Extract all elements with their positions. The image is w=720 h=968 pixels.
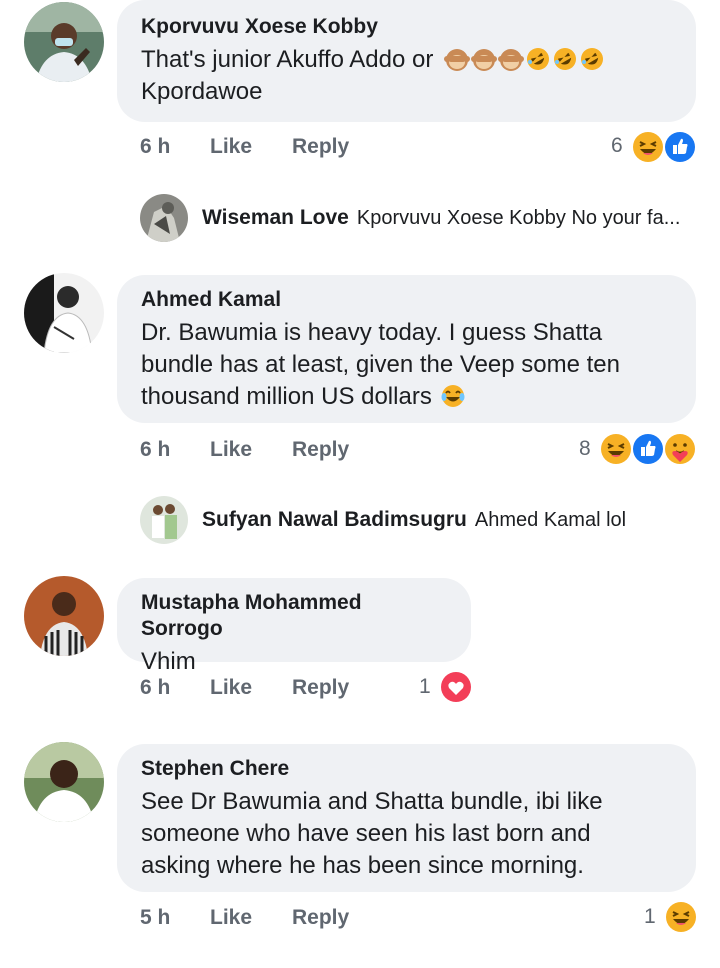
avatar[interactable] <box>24 742 104 822</box>
rolling-laughing-icon <box>525 46 551 72</box>
comment-author[interactable]: Kporvuvu Xoese Kobby <box>141 14 672 40</box>
comment-actions: 6 h Like Reply <box>140 435 440 465</box>
haha-reaction-icon[interactable] <box>631 130 665 164</box>
haha-reaction-icon[interactable] <box>664 900 698 934</box>
comment-text: See Dr Bawumia and Shatta bundle, ibi li… <box>141 788 603 879</box>
timestamp: 6 h <box>140 135 171 158</box>
comment-actions: 6 h Like Reply <box>140 132 440 162</box>
like-button[interactable]: Like <box>210 435 252 465</box>
rolling-laughing-icon <box>552 46 578 72</box>
comment-actions: 5 h Like Reply <box>140 903 440 933</box>
reply-button[interactable]: Reply <box>292 435 349 465</box>
reply-author[interactable]: Wiseman Love <box>202 206 349 230</box>
comment-bubble: Kporvuvu Xoese Kobby That's junior Akuff… <box>117 0 696 122</box>
rolling-laughing-icon <box>579 46 605 72</box>
reaction-count[interactable]: 6 <box>611 131 623 161</box>
timestamp: 5 h <box>140 906 171 929</box>
comment-author[interactable]: Mustapha Mohammed Sorrogo <box>141 590 447 642</box>
reaction-count[interactable]: 8 <box>579 434 591 464</box>
love-reaction-icon[interactable] <box>439 670 473 704</box>
like-reaction-icon[interactable] <box>663 130 697 164</box>
reply-row: Wiseman Love Kporvuvu Xoese Kobby No you… <box>140 194 680 242</box>
comment-text: Dr. Bawumia is heavy today. I guess Shat… <box>141 319 621 410</box>
reply-button[interactable]: Reply <box>292 673 349 703</box>
reply-preview[interactable]: Kporvuvu Xoese Kobby No your fa... <box>357 207 681 230</box>
timestamp: 6 h <box>140 438 171 461</box>
see-no-evil-monkey-icon <box>471 46 497 72</box>
care-reaction-icon[interactable] <box>663 432 697 466</box>
like-button[interactable]: Like <box>210 673 252 703</box>
see-no-evil-monkey-icon <box>444 46 470 72</box>
comment-author[interactable]: Stephen Chere <box>141 756 672 782</box>
reaction-count[interactable]: 1 <box>419 672 431 702</box>
reply-author[interactable]: Sufyan Nawal Badimsugru <box>202 508 467 532</box>
avatar[interactable] <box>24 576 104 656</box>
avatar[interactable] <box>140 194 188 242</box>
reply-button[interactable]: Reply <box>292 132 349 162</box>
avatar[interactable] <box>24 273 104 353</box>
comment-text: That's junior Akuffo Addo or Kpordawoe <box>141 44 672 108</box>
avatar[interactable] <box>140 496 188 544</box>
tears-of-joy-icon <box>440 383 466 409</box>
comment-author[interactable]: Ahmed Kamal <box>141 287 672 313</box>
reaction-count[interactable]: 1 <box>644 902 656 932</box>
like-reaction-icon[interactable] <box>631 432 665 466</box>
reply-button[interactable]: Reply <box>292 903 349 933</box>
comment-bubble: Mustapha Mohammed Sorrogo Vhim <box>117 578 471 675</box>
timestamp: 6 h <box>140 676 171 699</box>
see-no-evil-monkey-icon <box>498 46 524 72</box>
avatar[interactable] <box>24 2 104 82</box>
reply-row: Sufyan Nawal Badimsugru Ahmed Kamal lol <box>140 496 626 544</box>
comment-bubble: Ahmed Kamal Dr. Bawumia is heavy today. … <box>117 275 696 423</box>
like-button[interactable]: Like <box>210 903 252 933</box>
comment-bubble: Stephen Chere See Dr Bawumia and Shatta … <box>117 744 696 892</box>
like-button[interactable]: Like <box>210 132 252 162</box>
reply-preview[interactable]: Ahmed Kamal lol <box>475 509 626 532</box>
comment-actions: 6 h Like Reply <box>140 673 440 703</box>
haha-reaction-icon[interactable] <box>599 432 633 466</box>
